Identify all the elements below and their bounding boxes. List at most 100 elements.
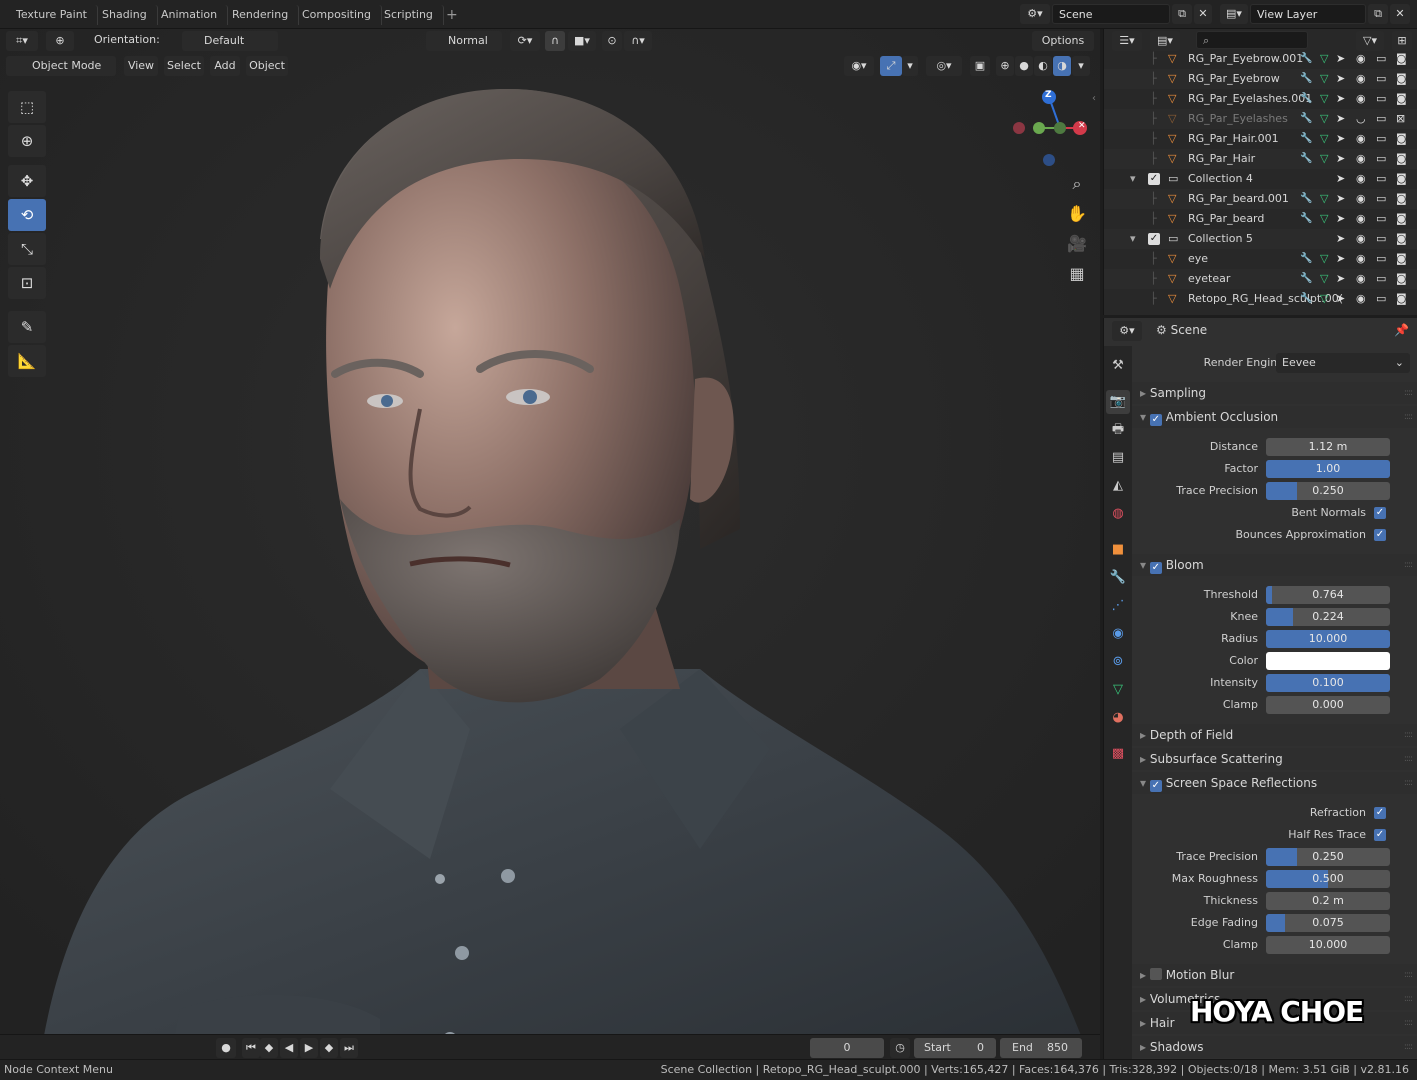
modifier-icon[interactable]: 🔧 bbox=[1300, 189, 1312, 209]
cursor-tool-icon[interactable]: ⊕ bbox=[8, 125, 46, 157]
expand-arrow-icon[interactable]: ▾ bbox=[1130, 229, 1136, 249]
tab-texture-paint[interactable]: Texture Paint bbox=[6, 5, 98, 25]
add-workspace-button[interactable]: + bbox=[436, 5, 468, 25]
selectable-toggle-icon[interactable]: ➤ bbox=[1336, 209, 1345, 229]
visibility-eye-icon[interactable]: ◉ bbox=[1356, 269, 1366, 289]
overlays-icon[interactable]: ◎▾ bbox=[926, 56, 962, 76]
3d-viewport[interactable]: Z ✕ ⌗▾ ⊕ Orientation: Default Normal ⟳▾ … bbox=[0, 29, 1100, 1059]
selectable-toggle-icon[interactable]: ➤ bbox=[1336, 49, 1345, 69]
view-layer-selector-icon[interactable]: ▤▾ bbox=[1220, 4, 1248, 24]
render-toggle-icon[interactable]: ◙ bbox=[1396, 289, 1407, 309]
jump-start-icon[interactable]: ⏮ bbox=[242, 1038, 260, 1058]
motion-blur-checkbox[interactable] bbox=[1149, 968, 1162, 980]
tab-compositing[interactable]: Compositing bbox=[292, 5, 382, 25]
ao-enable-checkbox[interactable]: ✓ bbox=[1149, 414, 1162, 426]
outliner-object-row[interactable]: ├ ▽ RG_Par_beard.001 🔧 ▽ ➤ ◉ ▭ ◙ bbox=[1104, 189, 1417, 209]
panel-shadows[interactable]: ▸ Shadows:::: bbox=[1132, 1036, 1417, 1058]
wireframe-shading-icon[interactable]: ⊕ bbox=[996, 56, 1014, 76]
mesh-data-icon[interactable]: ▽ bbox=[1320, 209, 1328, 229]
selectable-toggle-icon[interactable]: ➤ bbox=[1336, 229, 1345, 249]
outliner-object-row[interactable]: ├ ▽ RG_Par_beard 🔧 ▽ ➤ ◉ ▭ ◙ bbox=[1104, 209, 1417, 229]
ssr-enable-checkbox[interactable]: ✓ bbox=[1149, 780, 1162, 792]
visibility-eye-icon[interactable]: ◉ bbox=[1356, 169, 1366, 189]
visibility-eye-icon[interactable]: ◉ bbox=[1356, 49, 1366, 69]
delete-view-layer-icon[interactable]: ✕ bbox=[1390, 4, 1410, 24]
mesh-data-icon[interactable]: ▽ bbox=[1320, 69, 1328, 89]
scene-selector-icon[interactable]: ⚙▾ bbox=[1020, 4, 1050, 24]
modifier-icon[interactable]: 🔧 bbox=[1300, 129, 1312, 149]
tab-shading[interactable]: Shading bbox=[92, 5, 158, 25]
bloom-radius-slider[interactable]: 10.000 bbox=[1266, 630, 1390, 648]
scale-tool-icon[interactable]: ⤡ bbox=[8, 233, 46, 265]
render-toggle-icon[interactable]: ⊠ bbox=[1396, 109, 1405, 129]
visibility-eye-icon[interactable]: ◉ bbox=[1356, 149, 1366, 169]
render-engine-dropdown[interactable]: Eevee ⌄ bbox=[1276, 353, 1410, 373]
material-shading-icon[interactable]: ◐ bbox=[1034, 56, 1052, 76]
filter-icon[interactable]: ▽▾ bbox=[1356, 31, 1384, 51]
selectable-toggle-icon[interactable]: ➤ bbox=[1336, 69, 1345, 89]
current-frame-field[interactable]: 0 bbox=[810, 1038, 884, 1058]
selectable-toggle-icon[interactable]: ➤ bbox=[1336, 149, 1345, 169]
visibility-eye-icon[interactable]: ◉ bbox=[1356, 209, 1366, 229]
render-toggle-icon[interactable]: ◙ bbox=[1396, 89, 1407, 109]
rendered-shading-icon[interactable]: ◑ bbox=[1053, 56, 1071, 76]
mesh-data-icon[interactable]: ▽ bbox=[1320, 269, 1328, 289]
panel-sampling[interactable]: ▸ Sampling:::: bbox=[1132, 382, 1417, 404]
viewport-toggle-icon[interactable]: ▭ bbox=[1376, 109, 1386, 129]
selectable-toggle-icon[interactable]: ➤ bbox=[1336, 269, 1345, 289]
collection-exclude-checkbox[interactable]: ✓ bbox=[1148, 173, 1160, 185]
visibility-eye-icon[interactable]: ◉ bbox=[1356, 69, 1366, 89]
bounces-checkbox[interactable]: ✓ bbox=[1374, 529, 1386, 541]
outliner-collection-row[interactable]: ▾ ✓ ▭ Collection 5 ➤ ◉ ▭ ◙ bbox=[1104, 229, 1417, 249]
render-toggle-icon[interactable]: ◙ bbox=[1396, 189, 1407, 209]
mesh-data-icon[interactable]: ▽ bbox=[1320, 49, 1328, 69]
play-icon[interactable]: ▶ bbox=[300, 1038, 318, 1058]
falloff-icon[interactable]: ∩▾ bbox=[624, 31, 652, 51]
panel-bloom[interactable]: ▾ ✓ Bloom:::: bbox=[1132, 554, 1417, 576]
viewport-toggle-icon[interactable]: ▭ bbox=[1376, 209, 1386, 229]
ssr-trace-slider[interactable]: 0.250 bbox=[1266, 848, 1390, 866]
tab-scripting[interactable]: Scripting bbox=[374, 5, 444, 25]
outliner-item-name[interactable]: RG_Par_Eyelashes.001 bbox=[1188, 89, 1312, 109]
selectable-toggle-icon[interactable]: ➤ bbox=[1336, 129, 1345, 149]
mesh-data-icon[interactable]: ▽ bbox=[1320, 109, 1328, 129]
output-tab-icon[interactable]: 🖶 bbox=[1106, 418, 1130, 442]
outliner-object-row[interactable]: ├ ▽ eyetear 🔧 ▽ ➤ ◉ ▭ ◙ bbox=[1104, 269, 1417, 289]
outliner-item-name[interactable]: RG_Par_Eyelashes bbox=[1188, 109, 1288, 129]
visibility-icon[interactable]: ◉▾ bbox=[844, 56, 874, 76]
render-toggle-icon[interactable]: ◙ bbox=[1396, 249, 1407, 269]
modifier-icon[interactable]: 🔧 bbox=[1300, 289, 1312, 309]
render-toggle-icon[interactable]: ◙ bbox=[1396, 209, 1407, 229]
modifier-icon[interactable]: 🔧 bbox=[1300, 269, 1312, 289]
visibility-eye-icon[interactable]: ◉ bbox=[1356, 129, 1366, 149]
ssr-roughness-slider[interactable]: 0.500 bbox=[1266, 870, 1390, 888]
outliner-object-row[interactable]: ├ ▽ Retopo_RG_Head_sculpt.00(🔧 ▽ ➤ ◉ ▭ ◙ bbox=[1104, 289, 1417, 309]
ao-distance-field[interactable]: 1.12 m bbox=[1266, 438, 1390, 456]
collection-exclude-checkbox[interactable]: ✓ bbox=[1148, 233, 1160, 245]
ortho-grid-icon[interactable]: ▦ bbox=[1066, 263, 1088, 285]
viewport-toggle-icon[interactable]: ▭ bbox=[1376, 149, 1386, 169]
outliner-object-row[interactable]: ├ ▽ eye 🔧 ▽ ➤ ◉ ▭ ◙ bbox=[1104, 249, 1417, 269]
gizmo-toggle-icon[interactable]: ⤢ bbox=[880, 56, 902, 76]
outliner-object-row[interactable]: ├ ▽ RG_Par_Eyelashes 🔧 ▽ ➤ ◡ ▭ ⊠ bbox=[1104, 109, 1417, 129]
snap-target-icon[interactable]: ■▾ bbox=[568, 31, 596, 51]
properties-type-icon[interactable]: ⚙▾ bbox=[1112, 321, 1142, 341]
tool-tab-icon[interactable]: ⚒ bbox=[1106, 354, 1130, 378]
new-scene-icon[interactable]: ⧉ bbox=[1172, 4, 1192, 24]
render-toggle-icon[interactable]: ◙ bbox=[1396, 149, 1407, 169]
modifier-icon[interactable]: 🔧 bbox=[1300, 49, 1312, 69]
panel-ssr[interactable]: ▾ ✓ Screen Space Reflections:::: bbox=[1132, 772, 1417, 794]
viewport-toggle-icon[interactable]: ▭ bbox=[1376, 229, 1386, 249]
selectable-toggle-icon[interactable]: ➤ bbox=[1336, 109, 1345, 129]
bloom-color-swatch[interactable] bbox=[1266, 652, 1390, 670]
camera-view-icon[interactable]: 🎥 bbox=[1066, 233, 1088, 255]
ssr-edge-slider[interactable]: 0.075 bbox=[1266, 914, 1390, 932]
mode-dropdown[interactable]: Object Mode bbox=[6, 56, 116, 76]
panel-ambient-occlusion[interactable]: ▾ ✓ Ambient Occlusion:::: bbox=[1132, 406, 1417, 428]
outliner-item-name[interactable]: RG_Par_Hair bbox=[1188, 149, 1255, 169]
orientation-dropdown[interactable]: Default bbox=[182, 31, 278, 51]
selectable-toggle-icon[interactable]: ➤ bbox=[1336, 249, 1345, 269]
viewport-toggle-icon[interactable]: ▭ bbox=[1376, 249, 1386, 269]
constraints-tab-icon[interactable]: ⊚ bbox=[1106, 650, 1130, 674]
modifier-icon[interactable]: 🔧 bbox=[1300, 89, 1312, 109]
